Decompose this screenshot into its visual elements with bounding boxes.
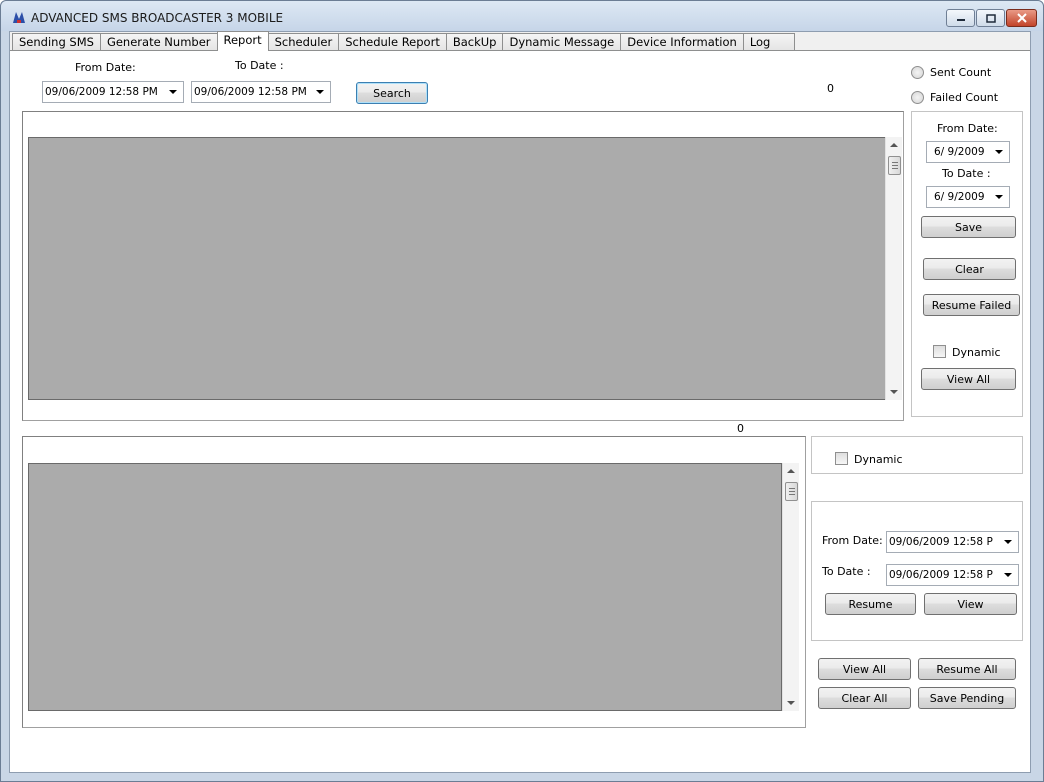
right-from-label: From Date: bbox=[937, 122, 998, 135]
view-button[interactable]: View bbox=[924, 593, 1017, 615]
maximize-icon bbox=[985, 13, 996, 23]
scroll-thumb[interactable] bbox=[888, 156, 901, 175]
lower-dynamic-label: Dynamic bbox=[854, 453, 903, 466]
pending-data-grid[interactable] bbox=[28, 463, 782, 711]
clear-button[interactable]: Clear bbox=[923, 258, 1016, 280]
chevron-down-icon[interactable] bbox=[998, 565, 1018, 585]
lower-count: 0 bbox=[737, 422, 744, 435]
view-all-button[interactable]: View All bbox=[921, 368, 1016, 390]
resume-failed-button[interactable]: Resume Failed bbox=[923, 294, 1020, 316]
lower-dynamic-box: Dynamic bbox=[811, 436, 1023, 474]
close-icon bbox=[1016, 13, 1027, 23]
search-from-date-picker[interactable]: 09/06/2009 12:58 PM bbox=[42, 81, 184, 103]
chevron-down-icon[interactable] bbox=[163, 82, 183, 102]
scroll-down-icon[interactable] bbox=[890, 390, 898, 394]
maximize-button[interactable] bbox=[976, 9, 1005, 27]
lower-to-date-picker[interactable]: 09/06/2009 12:58 P bbox=[886, 564, 1019, 586]
search-from-label: From Date: bbox=[75, 61, 136, 74]
sent-count-radio[interactable] bbox=[911, 66, 924, 79]
lower-to-label: To Date : bbox=[822, 565, 871, 578]
title-bar[interactable]: ADVANCED SMS BROADCASTER 3 MOBILE bbox=[1, 1, 1043, 31]
lower-from-date-value: 09/06/2009 12:58 P bbox=[889, 536, 993, 548]
pending-grid-panel bbox=[22, 436, 806, 728]
report-grid-panel bbox=[22, 111, 904, 421]
search-from-date-value: 09/06/2009 12:58 PM bbox=[45, 86, 158, 98]
right-from-date-value: 6/ 9/2009 bbox=[934, 146, 985, 158]
client-area: Sending SMS Generate Number Report Sched… bbox=[9, 31, 1031, 773]
chevron-down-icon[interactable] bbox=[989, 187, 1009, 207]
right-control-panel: From Date: 6/ 9/2009 To Date : 6/ 9/2009… bbox=[911, 111, 1023, 417]
lower-from-date-picker[interactable]: 09/06/2009 12:58 P bbox=[886, 531, 1019, 553]
chevron-down-icon[interactable] bbox=[998, 532, 1018, 552]
tab-log[interactable]: Log bbox=[742, 33, 796, 51]
tab-backup[interactable]: BackUp bbox=[445, 33, 504, 51]
tab-strip: Sending SMS Generate Number Report Sched… bbox=[12, 31, 796, 51]
minimize-icon bbox=[956, 19, 965, 21]
right-to-label: To Date : bbox=[942, 167, 991, 180]
tab-scheduler[interactable]: Scheduler bbox=[267, 33, 340, 51]
search-button[interactable]: Search bbox=[356, 82, 428, 104]
save-pending-button[interactable]: Save Pending bbox=[918, 687, 1016, 709]
tab-device-information[interactable]: Device Information bbox=[620, 33, 744, 51]
scroll-up-icon[interactable] bbox=[787, 469, 795, 473]
report-tab-page: From Date: To Date : 09/06/2009 12:58 PM… bbox=[10, 51, 1030, 772]
tab-report[interactable]: Report bbox=[216, 31, 269, 51]
dynamic-checkbox[interactable] bbox=[933, 345, 946, 358]
save-button[interactable]: Save bbox=[921, 216, 1016, 238]
window-title: ADVANCED SMS BROADCASTER 3 MOBILE bbox=[31, 11, 284, 25]
app-icon bbox=[13, 12, 25, 23]
lower-dynamic-checkbox[interactable] bbox=[835, 452, 848, 465]
tab-dynamic-message[interactable]: Dynamic Message bbox=[502, 33, 622, 51]
tab-schedule-report[interactable]: Schedule Report bbox=[338, 33, 447, 51]
failed-count-radio[interactable] bbox=[911, 91, 924, 104]
resume-button[interactable]: Resume bbox=[825, 593, 916, 615]
lower-date-box: From Date: 09/06/2009 12:58 P To Date : … bbox=[811, 501, 1023, 641]
pending-grid-scrollbar[interactable] bbox=[782, 463, 799, 711]
search-to-label: To Date : bbox=[235, 59, 284, 72]
right-from-date-picker[interactable]: 6/ 9/2009 bbox=[926, 141, 1010, 163]
sent-count-label: Sent Count bbox=[930, 66, 992, 79]
search-to-date-value: 09/06/2009 12:58 PM bbox=[194, 86, 307, 98]
search-to-date-picker[interactable]: 09/06/2009 12:58 PM bbox=[191, 81, 331, 103]
lower-from-label: From Date: bbox=[822, 534, 883, 547]
resume-all-button[interactable]: Resume All bbox=[918, 658, 1016, 680]
failed-count-label: Failed Count bbox=[930, 91, 999, 104]
minimize-button[interactable] bbox=[946, 9, 975, 27]
dynamic-label: Dynamic bbox=[952, 346, 1001, 359]
scroll-thumb[interactable] bbox=[785, 482, 798, 501]
lower-to-date-value: 09/06/2009 12:58 P bbox=[889, 569, 993, 581]
chevron-down-icon[interactable] bbox=[310, 82, 330, 102]
scroll-down-icon[interactable] bbox=[787, 701, 795, 705]
report-grid-scrollbar[interactable] bbox=[885, 137, 902, 400]
report-data-grid[interactable] bbox=[28, 137, 886, 400]
scroll-up-icon[interactable] bbox=[890, 143, 898, 147]
close-button[interactable] bbox=[1006, 9, 1037, 27]
right-to-date-value: 6/ 9/2009 bbox=[934, 191, 985, 203]
app-window: ADVANCED SMS BROADCASTER 3 MOBILE Sendin… bbox=[0, 0, 1044, 782]
right-to-date-picker[interactable]: 6/ 9/2009 bbox=[926, 186, 1010, 208]
lower-view-all-button[interactable]: View All bbox=[818, 658, 911, 680]
chevron-down-icon[interactable] bbox=[989, 142, 1009, 162]
search-result-count: 0 bbox=[827, 82, 834, 95]
clear-all-button[interactable]: Clear All bbox=[818, 687, 911, 709]
tab-sending-sms[interactable]: Sending SMS bbox=[12, 33, 101, 51]
tab-generate-number[interactable]: Generate Number bbox=[99, 33, 218, 51]
